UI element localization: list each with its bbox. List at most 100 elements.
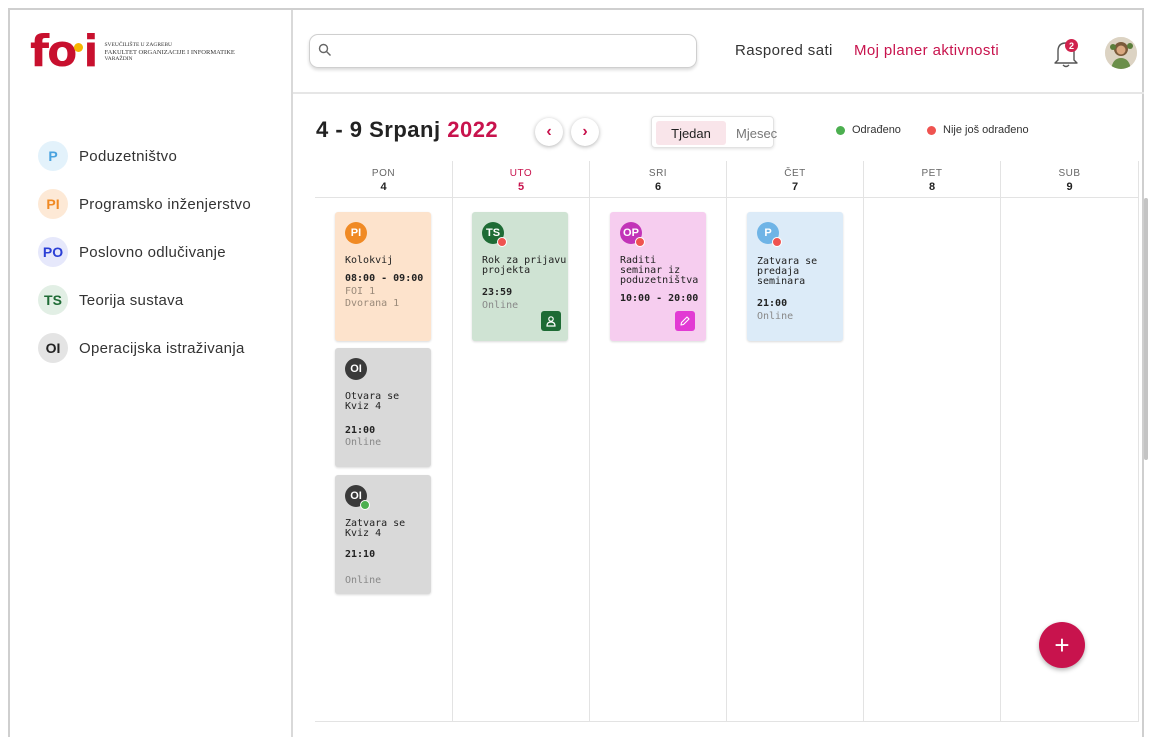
course-list: P Poduzetništvo PI Programsko inženjerst… bbox=[38, 132, 251, 372]
event-card[interactable]: TS Rok za prijavu projekta 23:59 Online bbox=[472, 212, 568, 341]
day-column-pet[interactable]: PET 8 bbox=[864, 161, 1001, 721]
event-title: Raditi seminar iz poduzetništva bbox=[620, 255, 699, 286]
event-title: Otvara se Kviz 4 bbox=[345, 391, 400, 412]
day-name: PET bbox=[921, 168, 943, 179]
day-number: 8 bbox=[928, 181, 936, 193]
course-item-poslovno-odlucivanje[interactable]: PO Poslovno odlučivanje bbox=[38, 228, 251, 276]
week-date-range: 4 - 9 Srpanj 2022 bbox=[316, 117, 498, 143]
notification-badge: 2 bbox=[1065, 39, 1078, 52]
day-header: UTO 5 bbox=[453, 161, 589, 198]
view-week-button[interactable]: Tjedan bbox=[656, 121, 726, 145]
date-range-year: 2022 bbox=[447, 117, 499, 142]
day-number: 7 bbox=[791, 181, 799, 193]
status-dot-not-done bbox=[497, 237, 507, 247]
logo-line-3: Varaždin bbox=[104, 55, 133, 62]
status-dot-not-done bbox=[772, 237, 782, 247]
course-item-operacijska-istrazivanja[interactable]: OI Operacijska istraživanja bbox=[38, 324, 251, 372]
day-number: 6 bbox=[654, 181, 662, 193]
event-location: Online bbox=[482, 300, 519, 311]
course-badge: PI bbox=[38, 189, 68, 219]
event-course-badge: PI bbox=[345, 222, 367, 244]
course-label: Poslovno odlučivanje bbox=[79, 243, 226, 261]
logo-line-1: Sveučilište u Zagrebu bbox=[104, 41, 172, 48]
course-item-teorija-sustava[interactable]: TS Teorija sustava bbox=[38, 276, 251, 324]
day-number: 5 bbox=[517, 181, 525, 193]
day-header: ČET 7 bbox=[727, 161, 863, 198]
logo-mark-text: fo bbox=[30, 26, 77, 77]
pencil-icon bbox=[680, 316, 690, 326]
logo-line-2: Fakultet organizacije i informatike bbox=[104, 48, 235, 56]
day-name: PON bbox=[371, 168, 396, 179]
course-label: Teorija sustava bbox=[79, 291, 184, 309]
calendar-grid: PON 4 UTO 5 SRI 6 ČET 7 PET 8 SUB 9 bbox=[315, 161, 1139, 722]
top-bar: Raspored sati Moj planer aktivnosti 2 bbox=[293, 10, 1144, 94]
plus-icon: + bbox=[1054, 629, 1070, 660]
date-range-text: 4 - 9 Srpanj bbox=[316, 117, 441, 142]
search-icon bbox=[318, 43, 331, 56]
view-month-button[interactable]: Mjesec bbox=[736, 121, 777, 145]
event-card[interactable]: OI Zatvara se Kviz 4 21:10 Online bbox=[335, 475, 431, 594]
nav-link-raspored-sati[interactable]: Raspored sati bbox=[735, 42, 833, 59]
course-label: Operacijska istraživanja bbox=[79, 339, 245, 357]
next-week-button[interactable]: › bbox=[571, 118, 599, 146]
legend-done: Odrađeno bbox=[836, 124, 901, 136]
day-header: SRI 6 bbox=[590, 161, 726, 198]
sidebar bbox=[10, 10, 293, 737]
search-input[interactable] bbox=[309, 34, 697, 68]
event-card[interactable]: PI Kolokvij 08:00 - 09:00 FOI 1 Dvorana … bbox=[335, 212, 431, 341]
event-location: Online bbox=[757, 311, 794, 322]
user-action-button[interactable] bbox=[541, 311, 561, 331]
event-title: Rok za prijavu projekta bbox=[482, 255, 567, 276]
event-title: Zatvara se Kviz 4 bbox=[345, 518, 406, 539]
event-card[interactable]: OP Raditi seminar iz poduzetništva 10:00… bbox=[610, 212, 706, 341]
course-badge: TS bbox=[38, 285, 68, 315]
scrollbar[interactable] bbox=[1144, 198, 1148, 460]
logo-mark: fo i bbox=[30, 30, 98, 74]
status-dot-not-done bbox=[635, 237, 645, 247]
day-header: PET 8 bbox=[864, 161, 1000, 198]
course-badge: OI bbox=[38, 333, 68, 363]
day-header: SUB 9 bbox=[1001, 161, 1138, 198]
edit-button[interactable] bbox=[675, 311, 695, 331]
event-location: Online bbox=[345, 437, 382, 448]
avatar-image bbox=[1105, 37, 1137, 69]
logo-text: Sveučilište u Zagrebu Fakultet organizac… bbox=[104, 42, 234, 63]
event-time: 23:59 bbox=[482, 287, 513, 298]
avatar[interactable] bbox=[1105, 37, 1137, 69]
course-label: Programsko inženjerstvo bbox=[79, 195, 251, 213]
course-item-programsko-inzenjerstvo[interactable]: PI Programsko inženjerstvo bbox=[38, 180, 251, 228]
event-time: 21:10 bbox=[345, 549, 376, 560]
event-card[interactable]: P Zatvara se predaja seminara 21:00 Onli… bbox=[747, 212, 843, 341]
event-time: 08:00 - 09:00 bbox=[345, 273, 424, 284]
day-name: SUB bbox=[1058, 168, 1081, 179]
event-time: 10:00 - 20:00 bbox=[620, 293, 699, 304]
event-location: FOI 1 Dvorana 1 bbox=[345, 286, 400, 309]
day-name: SRI bbox=[648, 168, 668, 179]
event-title: Zatvara se predaja seminara bbox=[757, 256, 818, 287]
add-activity-button[interactable]: + bbox=[1039, 622, 1085, 668]
event-card[interactable]: OI Otvara se Kviz 4 21:00 Online bbox=[335, 348, 431, 467]
legend-dot-done bbox=[836, 125, 845, 135]
event-title: Kolokvij bbox=[345, 255, 394, 266]
prev-week-button[interactable]: ‹ bbox=[535, 118, 563, 146]
legend-not-done: Nije još odrađeno bbox=[927, 124, 1029, 136]
day-number: 4 bbox=[380, 181, 387, 193]
event-course-badge: OI bbox=[345, 358, 367, 380]
legend-dot-not-done bbox=[927, 125, 936, 135]
course-badge: PO bbox=[38, 237, 68, 267]
chevron-right-icon: › bbox=[582, 123, 588, 140]
logo-mark-tail: i bbox=[83, 26, 98, 77]
foi-logo[interactable]: fo i Sveučilište u Zagrebu Fakultet organ… bbox=[30, 30, 235, 74]
event-location: Online bbox=[345, 575, 382, 586]
day-name: UTO bbox=[509, 168, 533, 179]
nav-link-moj-planer[interactable]: Moj planer aktivnosti bbox=[854, 42, 999, 59]
course-item-poduzetnistvo[interactable]: P Poduzetništvo bbox=[38, 132, 251, 180]
event-time: 21:00 bbox=[757, 298, 788, 309]
logo-dot bbox=[74, 43, 83, 52]
day-header: PON 4 bbox=[315, 161, 452, 198]
legend-label: Nije još odrađeno bbox=[943, 124, 1029, 136]
course-label: Poduzetništvo bbox=[79, 147, 178, 165]
view-toggle: Tjedan Mjesec bbox=[651, 116, 777, 148]
chevron-left-icon: ‹ bbox=[546, 123, 552, 140]
user-icon bbox=[546, 316, 556, 327]
